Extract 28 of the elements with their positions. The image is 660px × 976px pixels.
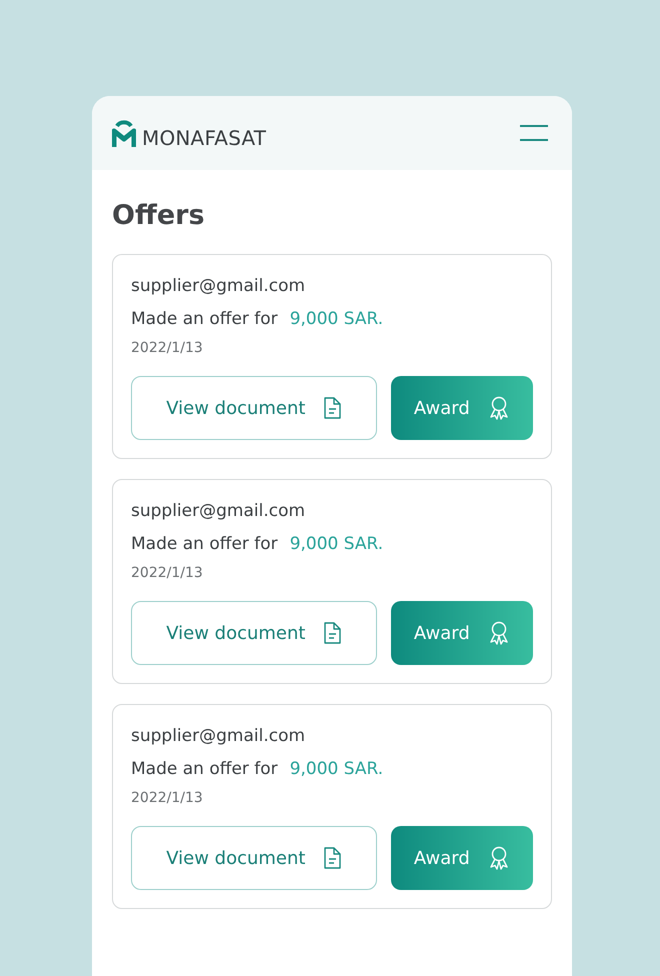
view-document-button[interactable]: View document [131, 601, 377, 665]
supplier-email: supplier@gmail.com [131, 275, 306, 298]
view-document-button[interactable]: View document [131, 826, 377, 890]
supplier-email: supplier@gmail.com [131, 500, 306, 523]
offer-date: 2022/1/13 [131, 789, 204, 808]
menu-icon[interactable] [520, 124, 548, 142]
view-document-button[interactable]: View document [131, 376, 377, 440]
offer-label: Made an offer for [131, 533, 278, 556]
award-button[interactable]: Award [390, 601, 533, 665]
offer-label: Made an offer for [131, 308, 278, 331]
document-icon [323, 622, 342, 644]
rosette-icon [488, 396, 510, 420]
offer-amount: 9,000 SAR. [290, 758, 384, 781]
rosette-icon [488, 621, 510, 645]
offer-date: 2022/1/13 [131, 339, 204, 358]
award-button[interactable]: Award [390, 826, 533, 890]
logo-icon [112, 118, 136, 148]
offer-amount: 9,000 SAR. [290, 308, 384, 331]
offer-date: 2022/1/13 [131, 564, 204, 583]
offer-label: Made an offer for [131, 758, 278, 781]
logo-text: MONAFASAT [142, 128, 266, 148]
document-icon [323, 397, 342, 419]
supplier-email: supplier@gmail.com [131, 725, 306, 748]
document-icon [323, 847, 342, 869]
award-button[interactable]: Award [390, 376, 533, 440]
page-title: Offers [112, 199, 206, 233]
offer-amount: 9,000 SAR. [290, 533, 384, 556]
rosette-icon [488, 846, 510, 870]
